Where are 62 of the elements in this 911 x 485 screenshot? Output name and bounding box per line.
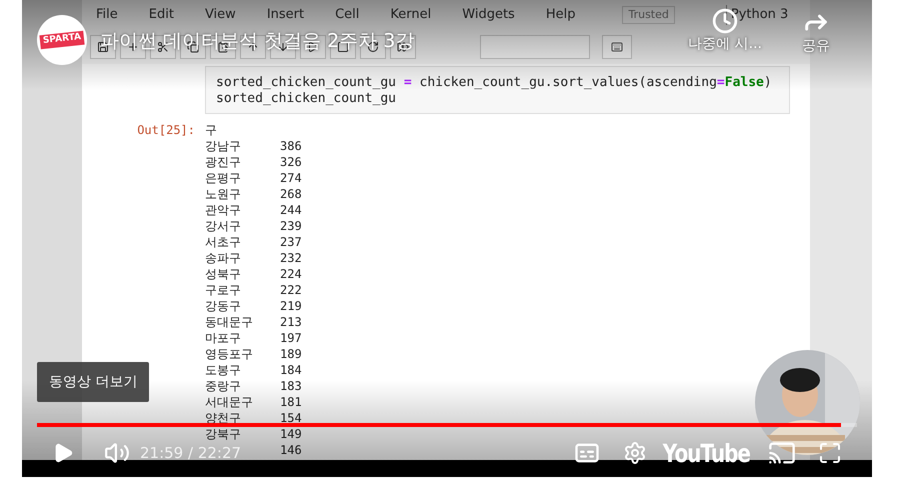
menu-item[interactable]: Kernel [390,5,432,25]
count-value: 222 [280,282,302,298]
district-name: 구로구 [205,283,241,297]
count-value: 146 [280,442,302,458]
count-value: 183 [280,378,302,394]
menu-item[interactable]: File [96,5,118,25]
count-value: 386 [280,138,302,154]
time-display: 21:59 / 22:27 [140,442,242,464]
count-value: 219 [280,298,302,314]
count-value: 326 [280,154,302,170]
code-line: sorted_chicken_count_gu = chicken_count_gu.sort_values(ascending=False) [216,75,773,91]
volume-button[interactable] [104,440,130,466]
menu-item[interactable]: Insert [266,5,304,25]
district-name: 중랑구 [205,379,241,393]
district-name: 서초구 [205,235,241,249]
district-name: 서대문구 [205,395,253,409]
code-line: sorted_chicken_count_gu [216,91,398,107]
count-value: 184 [280,362,302,378]
count-value: 213 [280,314,302,330]
count-value: 149 [280,426,302,442]
count-value: 239 [280,218,302,234]
channel-logo: SPARTA [39,30,85,50]
code-cell[interactable]: sorted_chicken_count_gu = chicken_count_gu.sort_values(ascending=False) sorted_chicken_count_gu [205,66,790,114]
district-name: 광진구 [205,155,241,169]
menu-item[interactable]: Cell [335,5,360,25]
district-name: 마포구 [205,331,241,345]
district-name: 강서구 [205,219,241,233]
fullscreen-button[interactable] [818,441,842,465]
menu-item[interactable]: View [204,5,236,25]
keyboard-icon [611,41,623,53]
output-prompt: Out[25]: [137,122,195,138]
district-name: 영등포구 [205,347,253,361]
district-name: 송파구 [205,251,241,265]
trusted-badge: Trusted [622,6,675,24]
count-value: 189 [280,346,302,362]
district-name: 은평구 [205,171,241,185]
district-name: 강북구 [205,427,241,441]
count-value: 244 [280,202,302,218]
count-value: 197 [280,330,302,346]
count-value: 237 [280,234,302,250]
district-name: 강동구 [205,299,241,313]
count-value: 268 [280,186,302,202]
count-value: 274 [280,170,302,186]
count-value: 154 [280,410,302,426]
district-name: 강남구 [205,139,241,153]
cell-type-dropdown[interactable] [480,35,590,59]
district-name: 동대문구 [205,315,253,329]
count-value: 181 [280,394,302,410]
menu-item[interactable]: Edit [148,5,174,25]
menu-item[interactable]: Help [546,5,576,25]
district-name: 도봉구 [205,363,241,377]
count-value: 224 [280,266,302,282]
district-name: 성북구 [205,267,241,281]
fullscreen-icon [818,441,842,465]
settings-button[interactable] [622,441,647,465]
count-value: 232 [280,250,302,266]
index-name: 구 [205,122,218,138]
district-name: 노원구 [205,187,241,201]
more-videos-button[interactable]: 동영상 더보기 [37,362,150,402]
district-name: 관악구 [205,203,241,217]
menu-item[interactable]: Widgets [462,5,515,25]
keyboard-button[interactable] [602,35,632,59]
